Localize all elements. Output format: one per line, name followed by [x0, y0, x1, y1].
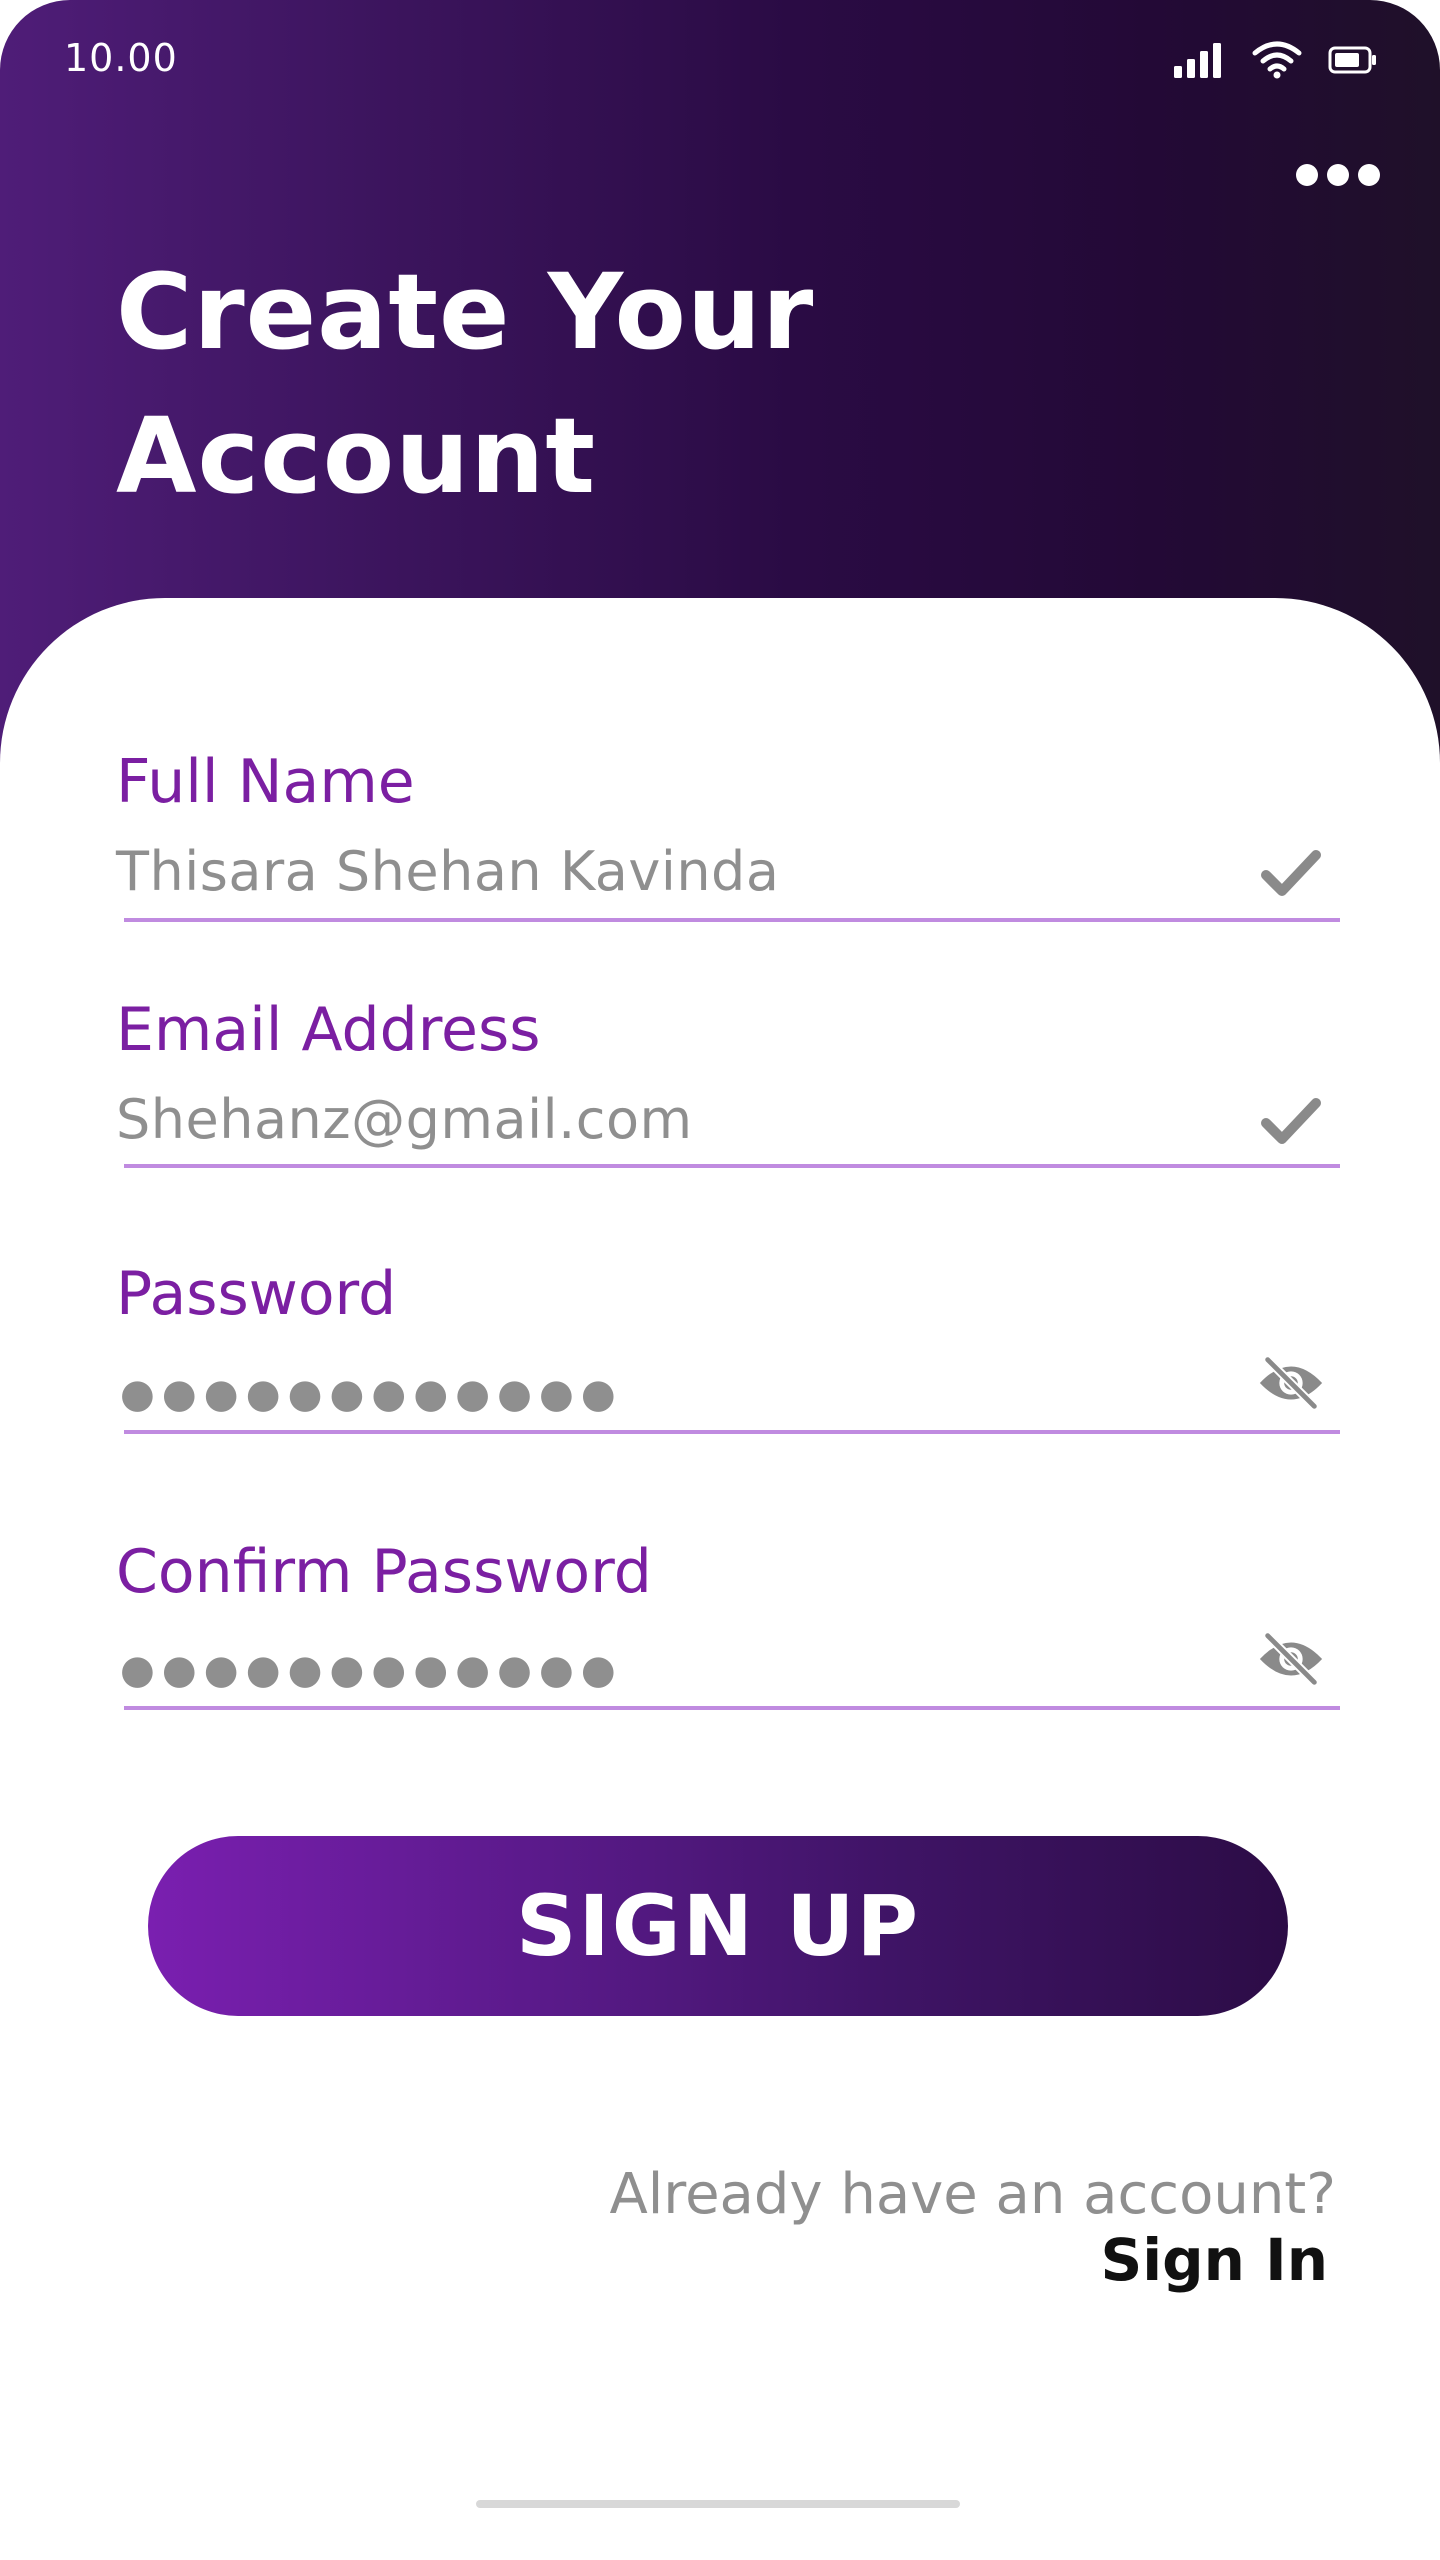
more-dot [1358, 164, 1380, 186]
signal-icon [1174, 42, 1226, 78]
password-field[interactable]: Password ●●●●●●●●●●●● [116, 1258, 1340, 1438]
full-name-input[interactable]: Thisara Shehan Kavinda [116, 840, 779, 904]
full-name-label: Full Name [116, 747, 415, 817]
title-line-2: Account [116, 395, 597, 517]
more-dot [1327, 164, 1349, 186]
status-time: 10.00 [64, 36, 178, 80]
full-name-field[interactable]: Full Name Thisara Shehan Kavinda [116, 746, 1340, 926]
check-icon [1256, 838, 1326, 908]
password-underline [124, 1430, 1340, 1434]
confirm-password-input[interactable]: ●●●●●●●●●●●● [120, 1646, 623, 1694]
sign-up-button[interactable]: SIGN UP [148, 1836, 1288, 2016]
email-input[interactable]: Shehanz@gmail.com [116, 1088, 693, 1152]
password-input[interactable]: ●●●●●●●●●●●● [120, 1370, 623, 1418]
page-title: Create Your Account [116, 240, 1016, 528]
confirm-password-underline [124, 1706, 1340, 1710]
status-bar: 10.00 [0, 0, 1440, 120]
password-label: Password [116, 1259, 397, 1329]
wifi-icon [1252, 41, 1302, 79]
sign-in-link[interactable]: Sign In [1100, 2222, 1328, 2298]
signup-screen: 10.00 Create Your Account Full Name This… [0, 0, 1440, 2560]
email-underline [124, 1164, 1340, 1168]
already-have-account-text: Already have an account? [609, 2162, 1336, 2227]
more-dot [1296, 164, 1318, 186]
battery-icon [1328, 45, 1378, 75]
email-field[interactable]: Email Address Shehanz@gmail.com [116, 994, 1340, 1174]
eye-off-icon[interactable] [1256, 1624, 1326, 1694]
confirm-password-label: Confirm Password [116, 1537, 652, 1607]
home-indicator[interactable] [476, 2500, 960, 2508]
status-icons [1174, 38, 1378, 82]
check-icon [1256, 1086, 1326, 1156]
full-name-underline [124, 918, 1340, 922]
more-options-icon[interactable] [1296, 150, 1380, 200]
title-line-1: Create Your [116, 251, 815, 373]
confirm-password-field[interactable]: Confirm Password ●●●●●●●●●●●● [116, 1536, 1340, 1716]
email-label: Email Address [116, 995, 541, 1065]
eye-off-icon[interactable] [1256, 1348, 1326, 1418]
